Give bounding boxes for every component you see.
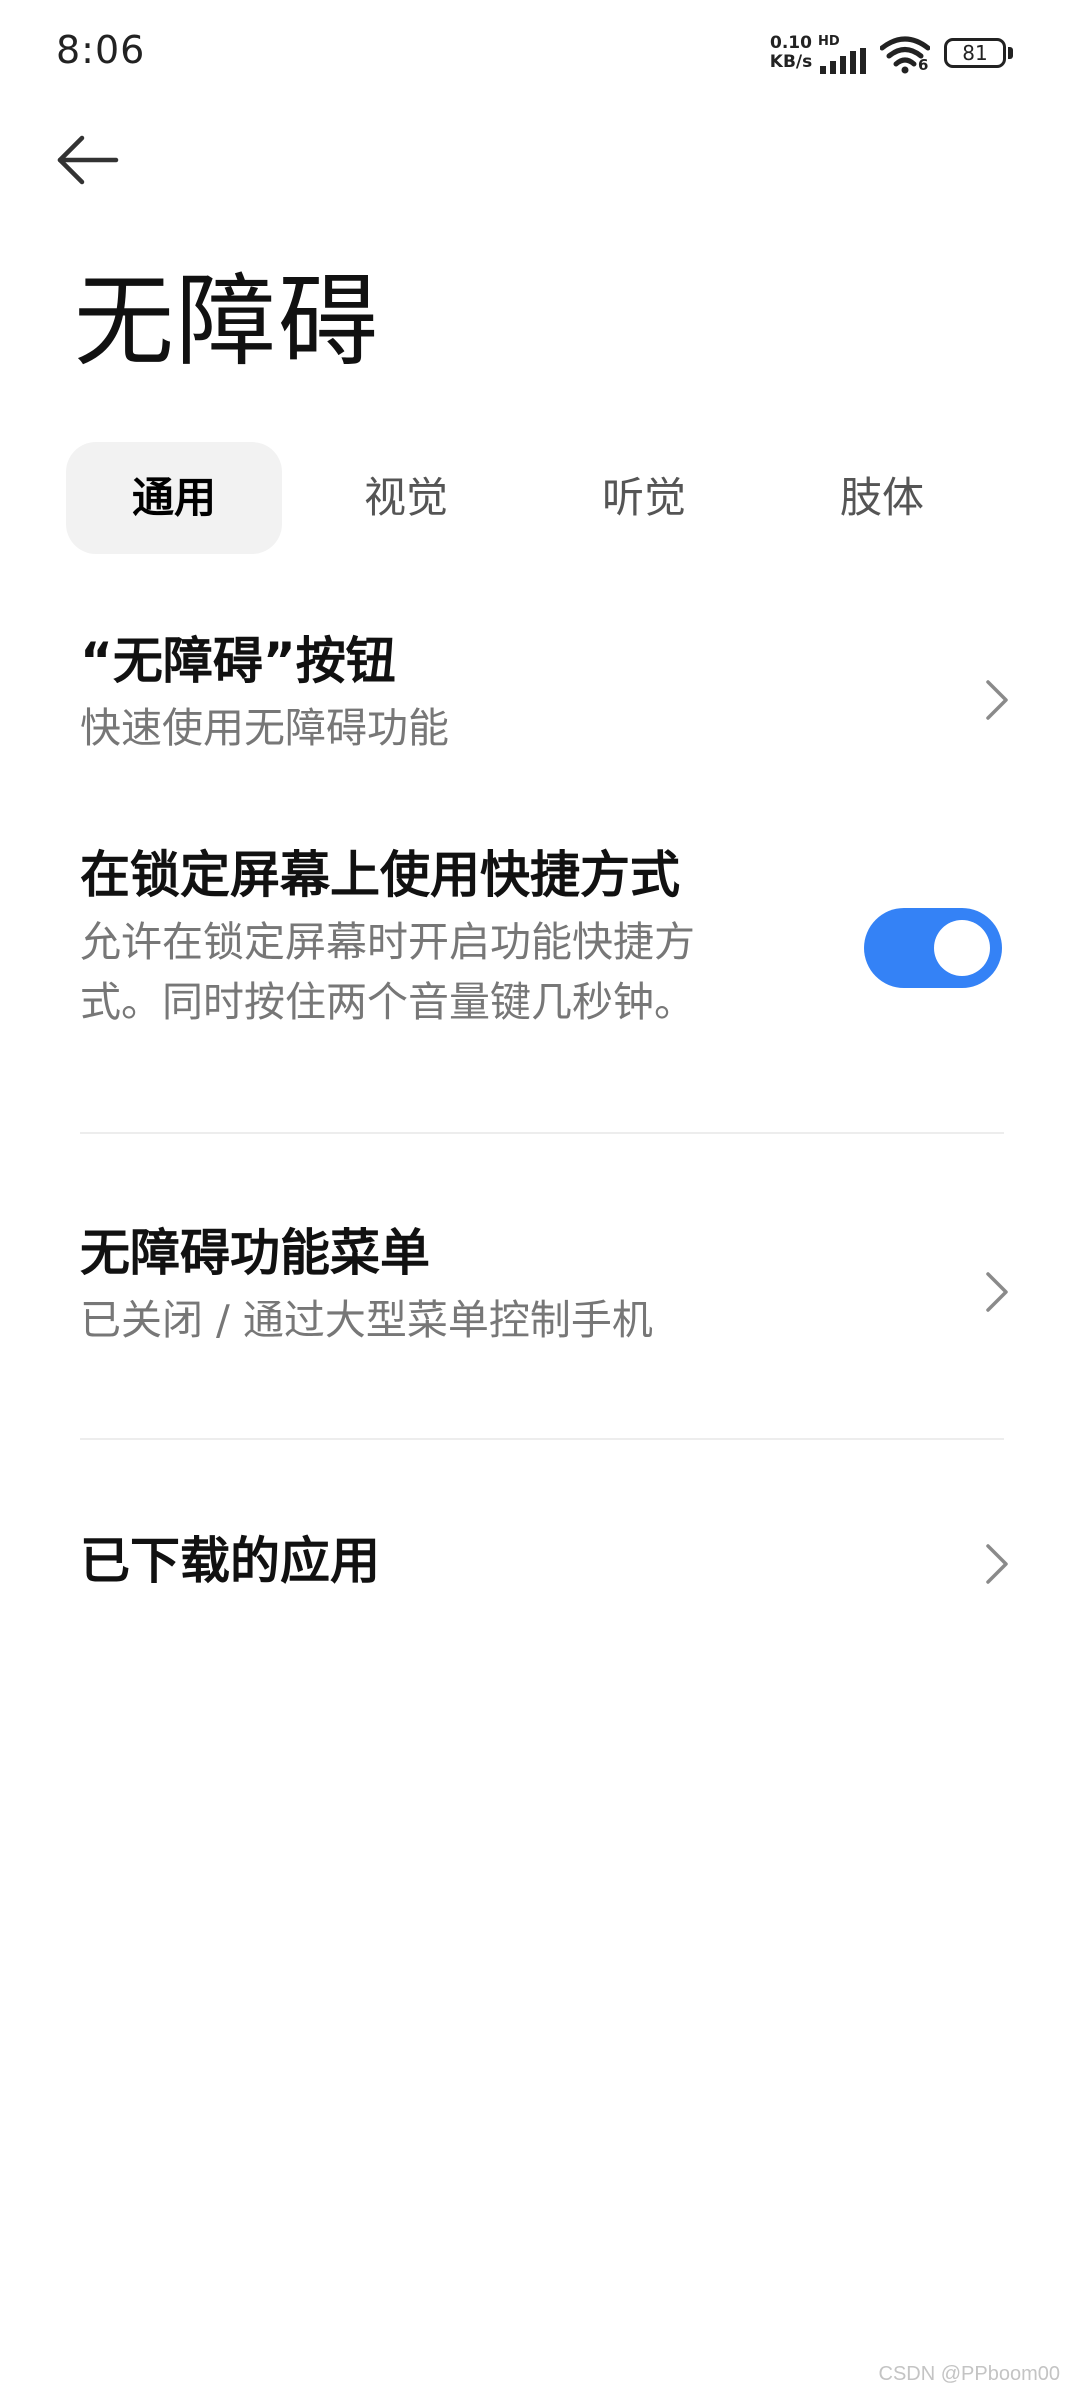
lock-screen-shortcut-title: 在锁定屏幕上使用快捷方式 <box>80 846 680 904</box>
tab-vision[interactable]: 视觉 <box>298 442 514 554</box>
lock-screen-shortcut-subtitle: 允许在锁定屏幕时开启功能快捷方 式。同时按住两个音量键几秒钟。 <box>80 912 780 1032</box>
downloaded-apps-title: 已下载的应用 <box>80 1532 380 1590</box>
accessibility-button-subtitle: 快速使用无障碍功能 <box>80 704 449 752</box>
chevron-right-icon <box>986 680 1008 720</box>
network-speed-value: 0.10 <box>770 33 812 53</box>
lock-screen-shortcut-subtitle-line1: 允许在锁定屏幕时开启功能快捷方 <box>80 918 695 966</box>
accessibility-menu-item[interactable]: 无障碍功能菜单 已关闭 / 通过大型菜单控制手机 <box>80 1222 1010 1362</box>
accessibility-button-item[interactable]: “无障碍”按钮 快速使用无障碍功能 <box>80 630 1010 770</box>
battery-level: 81 <box>962 41 988 65</box>
page-title: 无障碍 <box>74 263 380 380</box>
tab-hearing[interactable]: 听觉 <box>536 442 752 554</box>
hd-label: HD <box>818 34 840 49</box>
lock-screen-shortcut-subtitle-line2: 式。同时按住两个音量键几秒钟。 <box>80 978 695 1026</box>
watermark: CSDN @PPboom00 <box>878 2363 1060 2385</box>
accessibility-menu-title: 无障碍功能菜单 <box>80 1224 430 1282</box>
back-button[interactable] <box>50 128 130 198</box>
arrow-left-icon <box>57 135 119 185</box>
network-speed-unit: KB/s <box>769 52 813 72</box>
signal-icon <box>820 48 866 74</box>
accessibility-button-title: “无障碍”按钮 <box>80 632 396 690</box>
network-speed: 0.10 KB/s <box>768 34 814 72</box>
tab-physical[interactable]: 肢体 <box>774 442 990 554</box>
chevron-right-icon <box>986 1544 1008 1584</box>
lock-screen-shortcut-item: 在锁定屏幕上使用快捷方式 允许在锁定屏幕时开启功能快捷方 式。同时按住两个音量键… <box>80 844 780 1032</box>
tab-general[interactable]: 通用 <box>66 442 282 554</box>
divider <box>80 1132 1004 1134</box>
wifi-label: 6 <box>918 56 929 74</box>
battery-icon: 81 <box>944 38 1006 68</box>
accessibility-menu-subtitle: 已关闭 / 通过大型菜单控制手机 <box>80 1296 653 1344</box>
downloaded-apps-item[interactable]: 已下载的应用 <box>80 1530 1010 1600</box>
chevron-right-icon <box>986 1272 1008 1312</box>
status-bar: 8:06 0.10 KB/s HD 6 81 <box>0 0 1080 110</box>
divider <box>80 1438 1004 1440</box>
toggle-knob <box>934 920 990 976</box>
lock-screen-shortcut-toggle[interactable] <box>864 908 1002 988</box>
tab-bar: 通用 视觉 听觉 肢体 <box>66 442 1014 554</box>
status-time: 8:06 <box>56 28 146 72</box>
battery-cap <box>1008 47 1013 59</box>
